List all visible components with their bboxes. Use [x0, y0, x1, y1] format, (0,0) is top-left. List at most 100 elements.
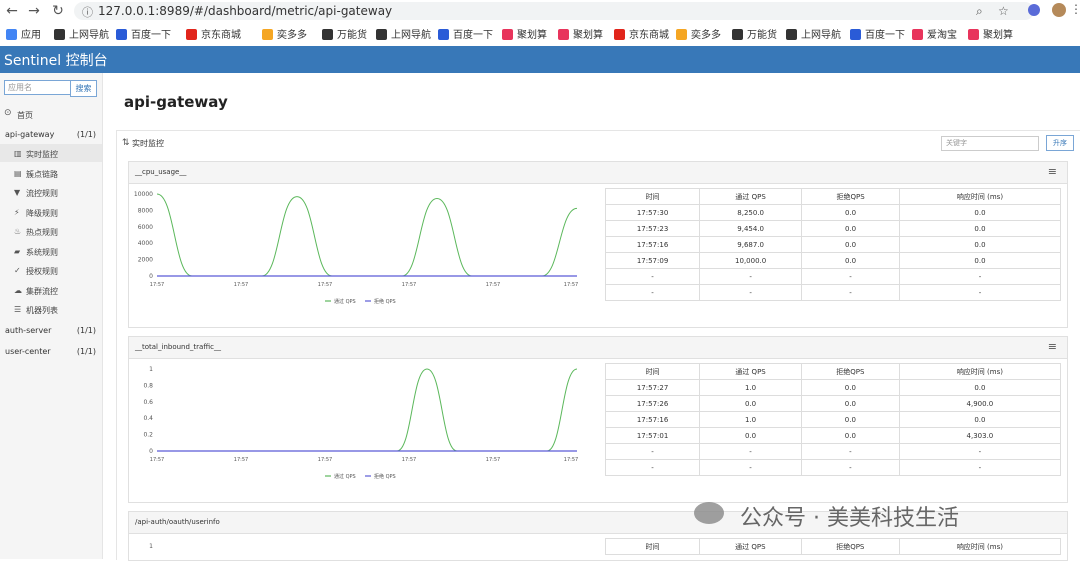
table-cell: - — [801, 284, 900, 301]
bookmark-label: 上网导航 — [391, 30, 431, 41]
table-cell: - — [699, 459, 802, 476]
app-row-api-gateway[interactable]: api-gateway (1/1) — [0, 125, 102, 143]
sidebar-item-menu[interactable]: ▰ 系统规则 — [0, 242, 102, 260]
x-tick-label: 17:57 — [564, 282, 578, 288]
bookmark-label: 万能货 — [337, 30, 367, 41]
keyword-input[interactable]: 关键字 — [941, 136, 1039, 151]
back-icon[interactable]: ← — [4, 3, 20, 19]
globe-icon — [732, 29, 743, 40]
bookmark-item[interactable]: 上网导航 — [54, 26, 109, 41]
table-cell: - — [604, 284, 701, 301]
table-cell: 0.0 — [898, 411, 1062, 428]
jd-icon — [614, 29, 625, 40]
taobao-icon — [912, 29, 923, 40]
bookmark-item[interactable]: 聚划算 — [968, 26, 1013, 41]
sidebar-item-label: 流控规则 — [26, 189, 58, 198]
browser-chrome: ← → ↻ ⓘ 127.0.0.1:8989/#/dashboard/metri… — [0, 0, 1080, 47]
profile-avatar[interactable] — [1052, 3, 1066, 17]
sidebar-home-label: 首页 — [17, 111, 33, 120]
panel-menu-icon[interactable]: ≡ — [1048, 340, 1057, 353]
address-row: ← → ↻ ⓘ 127.0.0.1:8989/#/dashboard/metri… — [0, 0, 1080, 22]
column-header: 通过 QPS — [699, 188, 803, 205]
table-row: 17:57:16 1.0 0.0 0.0 — [604, 411, 1062, 428]
bookmark-item[interactable]: 京东商城 — [614, 26, 669, 41]
info-icon[interactable]: ⓘ — [82, 4, 93, 20]
x-tick-label: 17:57 — [234, 457, 248, 463]
app-row-auth-server[interactable]: auth-server (1/1) — [0, 321, 102, 339]
forward-icon[interactable]: → — [26, 3, 42, 19]
y-tick-label: 0 — [149, 273, 153, 280]
column-header: 时间 — [604, 363, 701, 380]
y-tick-label: 6000 — [138, 224, 153, 231]
bookmark-item[interactable]: 上网导航 — [786, 26, 841, 41]
bookmark-item[interactable]: 聚划算 — [558, 26, 603, 41]
table-cell: 8,250.0 — [699, 204, 803, 221]
sidebar-item-menu[interactable]: ✓ 授权规则 — [0, 261, 102, 279]
bar-chart-icon: ▥ — [14, 149, 22, 158]
bookmark-item[interactable]: 应用 — [6, 26, 41, 41]
resource-name: __total_inbound_traffic__ — [135, 343, 221, 351]
table-row: 17:57:09 10,000.0 0.0 0.0 — [604, 252, 1062, 269]
reload-icon[interactable]: ↻ — [50, 3, 66, 19]
bookmark-item[interactable]: 聚划算 — [502, 26, 547, 41]
sidebar-item-menu[interactable]: ▤ 簇点链路 — [0, 164, 102, 182]
bookmark-item[interactable]: 万能货 — [732, 26, 777, 41]
panel-menu-icon[interactable]: ≡ — [1048, 165, 1057, 178]
extension-icon[interactable] — [1028, 4, 1040, 16]
app-search-button[interactable]: 搜索 — [70, 80, 97, 97]
bookmark-item[interactable]: 百度一下 — [116, 26, 171, 41]
sort-asc-button[interactable]: 升序 — [1046, 135, 1074, 151]
table-cell: - — [604, 459, 701, 476]
page-title: api-gateway — [124, 93, 228, 111]
sidebar-item-menu[interactable]: ☁ 集群流控 — [0, 281, 102, 299]
table-cell: - — [699, 268, 803, 285]
zoom-search-icon[interactable]: ⌕ — [976, 4, 983, 19]
app-header: Sentinel 控制台 — [0, 46, 1080, 73]
bookmark-label: 聚划算 — [517, 30, 547, 41]
table-cell: 0.0 — [801, 252, 900, 269]
legend-label: 拒绝 QPS — [374, 298, 396, 305]
table-cell: 1.0 — [699, 379, 802, 396]
app-row-user-center[interactable]: user-center (1/1) — [0, 342, 102, 360]
bookmark-item[interactable]: 奕多多 — [676, 26, 721, 41]
bookmark-item[interactable]: 上网导航 — [376, 26, 431, 41]
bookmark-item[interactable]: 奕多多 — [262, 26, 307, 41]
panel-header: __cpu_usage__ ≡ — [129, 162, 1067, 184]
table-cell: - — [800, 459, 900, 476]
x-tick-label: 17:57 — [402, 457, 416, 463]
sidebar-item-home[interactable]: ⊙ 首页 — [0, 105, 102, 123]
address-bar[interactable]: ⓘ 127.0.0.1:8989/#/dashboard/metric/api-… — [74, 2, 1034, 20]
baidu-icon — [116, 29, 127, 40]
table-cell: 0.0 — [800, 395, 900, 412]
apps-icon — [6, 29, 17, 40]
table-cell: - — [800, 443, 900, 460]
sidebar-item-menu[interactable]: ☰ 机器列表 — [0, 300, 102, 318]
bookmark-item[interactable]: 万能货 — [322, 26, 367, 41]
table-row: ---- — [604, 268, 1062, 285]
sidebar-item-label: 机器列表 — [26, 306, 58, 315]
bookmark-item[interactable]: 京东商城 — [186, 26, 241, 41]
bookmark-item[interactable]: 百度一下 — [850, 26, 905, 41]
browser-menu-icon[interactable]: ⋮ — [1070, 2, 1080, 16]
bookmark-star-icon[interactable]: ☆ — [998, 4, 1009, 18]
legend-label: 通过 QPS — [334, 473, 356, 480]
bookmark-label: 爱淘宝 — [927, 30, 957, 41]
sidebar-item-menu[interactable]: ▥ 实时监控 — [0, 144, 102, 162]
sidebar-item-menu[interactable]: ♨ 热点规则 — [0, 222, 102, 240]
jd-icon — [186, 29, 197, 40]
metrics-table: 时间 通过 QPS 拒绝QPS 响应时间 (ms) 17:57:27 1.0 0.0 0.0 1… — [604, 363, 1062, 476]
x-tick-label: 17:57 — [564, 457, 578, 463]
table-cell: 0.0 — [801, 204, 900, 221]
app-title[interactable]: Sentinel 控制台 — [4, 50, 108, 70]
bookmark-item[interactable]: 百度一下 — [438, 26, 493, 41]
sidebar-item-menu[interactable]: ▼ 流控规则 — [0, 183, 102, 201]
app-count: (1/1) — [76, 130, 96, 139]
table-cell: 0.0 — [800, 379, 900, 396]
bookmark-item[interactable]: 爱淘宝 — [912, 26, 957, 41]
sidebar-item-label: 系统规则 — [26, 247, 58, 257]
column-header: 时间 — [604, 188, 701, 205]
sidebar-item-menu[interactable]: ⚡ 降级规则 — [0, 203, 102, 221]
y-tick-label: 0.8 — [143, 382, 153, 389]
table-cell: - — [699, 284, 803, 301]
app-search-input[interactable]: 应用名 — [4, 80, 71, 95]
